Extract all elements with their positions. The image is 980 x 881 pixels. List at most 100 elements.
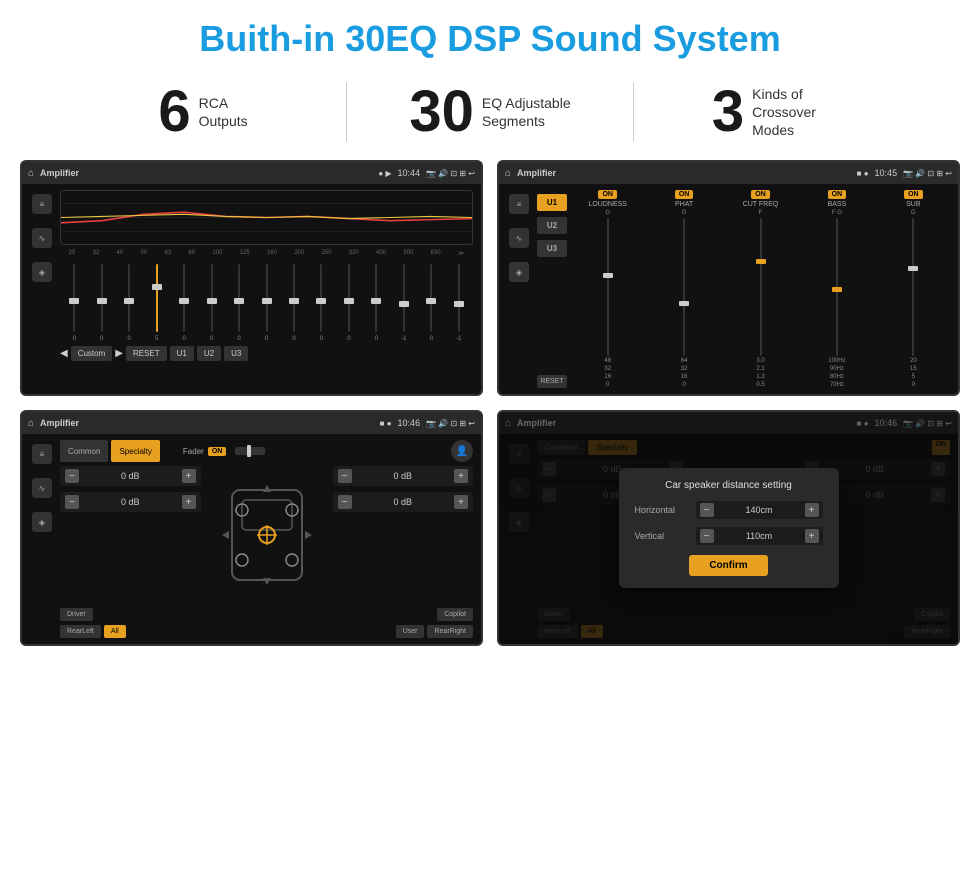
eq-u2-btn[interactable]: U2	[197, 346, 221, 361]
fader-all-btn[interactable]: All	[104, 625, 126, 638]
eq-slider-2[interactable]: 0	[89, 262, 113, 342]
topbar-icons-eq: 📷 🔊 ⊡ ⊞ ↩	[426, 169, 475, 178]
page-title: Buith-in 30EQ DSP Sound System	[0, 0, 980, 72]
fader-icon-3[interactable]: ◈	[32, 512, 52, 532]
cross-icon-2[interactable]: ∿	[509, 228, 529, 248]
db-minus-2[interactable]: −	[65, 495, 79, 509]
db-minus-1[interactable]: −	[65, 469, 79, 483]
eq-slider-8[interactable]: 0	[254, 262, 278, 342]
dialog-vertical-minus[interactable]: −	[700, 529, 714, 543]
fader-screen-container: ⌂ Amplifier ■ ● 10:46 📷 🔊 ⊡ ⊞ ↩ ≡ ∿ ◈ Co…	[20, 410, 483, 646]
fader-driver-btn[interactable]: Driver	[60, 608, 93, 621]
bass-toggle[interactable]: ON	[828, 190, 847, 199]
topbar-home-icon: ⌂	[28, 168, 34, 179]
topbar-icons-fader: 📷 🔊 ⊡ ⊞ ↩	[426, 419, 475, 428]
cross-channel-sub: ON SUB G 20 15 5 0	[877, 190, 950, 388]
topbar-dot-icon-3: ■ ●	[380, 419, 392, 428]
dialog-vertical-plus[interactable]: +	[805, 529, 819, 543]
cross-reset-btn[interactable]: RESET	[537, 375, 567, 388]
topbar-title-fader: Amplifier	[40, 418, 374, 428]
fader-icon-1[interactable]: ≡	[32, 444, 52, 464]
stats-row: 6 RCAOutputs 30 EQ AdjustableSegments 3 …	[0, 72, 980, 160]
eq-graph	[60, 190, 473, 245]
dialog-vertical-row: Vertical − 110cm +	[635, 527, 823, 545]
cross-u2-btn[interactable]: U2	[537, 217, 567, 234]
eq-slider-3[interactable]: 0	[117, 262, 141, 342]
eq-slider-4[interactable]: 5	[144, 262, 168, 342]
db-plus-4[interactable]: +	[454, 495, 468, 509]
eq-slider-5[interactable]: 0	[172, 262, 196, 342]
cross-presets: U1 U2 U3 RESET	[537, 190, 567, 388]
topbar-dot-icon: ● ▶	[378, 169, 391, 178]
fader-controls: − 0 dB + − 0 dB +	[60, 466, 473, 604]
eq-slider-7[interactable]: 0	[227, 262, 251, 342]
eq-screen-container: ⌂ Amplifier ● ▶ 10:44 📷 🔊 ⊡ ⊞ ↩ ≡ ∿ ◈	[20, 160, 483, 396]
db-plus-1[interactable]: +	[182, 469, 196, 483]
cross-channels: ON LOUDNESS G 48 32 16 0 ON	[571, 190, 950, 388]
dialog-horizontal-control: − 140cm +	[696, 501, 823, 519]
topbar-title-eq: Amplifier	[40, 168, 372, 178]
topbar-home-icon-2: ⌂	[505, 168, 511, 179]
sub-name: SUB	[906, 201, 920, 208]
fader-h-sliders	[235, 440, 265, 462]
fader-avatar-icon: 👤	[451, 440, 473, 462]
eq-u3-btn[interactable]: U3	[224, 346, 248, 361]
fader-rearleft-btn[interactable]: RearLeft	[60, 625, 101, 638]
distance-screen-container: ⌂ Amplifier ■ ● 10:46 📷 🔊 ⊡ ⊞ ↩ ≡ ∿ ◈ Co…	[497, 410, 960, 646]
fader-tab-common[interactable]: Common	[60, 440, 108, 462]
fader-tab-specialty[interactable]: Specialty	[111, 440, 159, 462]
fader-copilot-btn[interactable]: Copilot	[437, 608, 473, 621]
cross-channel-loudness: ON LOUDNESS G 48 32 16 0	[571, 190, 644, 388]
fader-left-controls: − 0 dB + − 0 dB +	[60, 466, 201, 604]
sub-toggle[interactable]: ON	[904, 190, 923, 199]
db-value-1: 0 dB	[83, 471, 178, 481]
cross-icon-3[interactable]: ◈	[509, 262, 529, 282]
cross-u3-btn[interactable]: U3	[537, 240, 567, 257]
fader-icon-2[interactable]: ∿	[32, 478, 52, 498]
eq-slider-9[interactable]: 0	[282, 262, 306, 342]
eq-slider-12[interactable]: 0	[364, 262, 388, 342]
cross-icon-1[interactable]: ≡	[509, 194, 529, 214]
topbar-time-cross: 10:45	[875, 168, 898, 178]
eq-slider-11[interactable]: 0	[337, 262, 361, 342]
phat-toggle[interactable]: ON	[675, 190, 694, 199]
eq-slider-13[interactable]: -1	[392, 262, 416, 342]
eq-prev-btn[interactable]: ◀	[60, 348, 68, 359]
fader-text: Fader	[183, 447, 204, 456]
dialog-vertical-label: Vertical	[635, 531, 690, 541]
db-plus-3[interactable]: +	[454, 469, 468, 483]
eq-play-btn[interactable]: ▶	[115, 348, 123, 359]
fader-screen: ≡ ∿ ◈ Common Specialty Fader ON	[22, 434, 481, 644]
cross-u1-btn[interactable]: U1	[537, 194, 567, 211]
db-value-3: 0 dB	[356, 471, 451, 481]
eq-slider-15[interactable]: -1	[447, 262, 471, 342]
eq-slider-14[interactable]: 0	[419, 262, 443, 342]
bass-name: BASS	[828, 201, 847, 208]
dialog-horizontal-minus[interactable]: −	[700, 503, 714, 517]
fader-tabs: Common Specialty Fader ON 👤	[60, 440, 473, 462]
cutfreq-toggle[interactable]: ON	[751, 190, 770, 199]
eq-slider-1[interactable]: 0	[62, 262, 86, 342]
eq-slider-10[interactable]: 0	[309, 262, 333, 342]
stat-eq: 30 EQ AdjustableSegments	[347, 83, 633, 141]
dialog-confirm-button[interactable]: Confirm	[689, 555, 767, 576]
eq-icon-3[interactable]: ◈	[32, 262, 52, 282]
eq-main: 2532405063 80100125160200 25032040050063…	[60, 190, 473, 388]
loudness-toggle[interactable]: ON	[598, 190, 617, 199]
eq-custom-btn[interactable]: Custom	[71, 346, 113, 361]
cross-channel-bass: ON BASS F G 100Hz 90Hz 80Hz 70Hz	[800, 190, 873, 388]
db-minus-4[interactable]: −	[338, 495, 352, 509]
db-minus-3[interactable]: −	[338, 469, 352, 483]
fader-rearright-btn[interactable]: RearRight	[427, 625, 473, 638]
eq-u1-btn[interactable]: U1	[170, 346, 194, 361]
eq-icon-1[interactable]: ≡	[32, 194, 52, 214]
dialog-horizontal-plus[interactable]: +	[805, 503, 819, 517]
eq-sidebar: ≡ ∿ ◈	[30, 190, 54, 388]
db-plus-2[interactable]: +	[182, 495, 196, 509]
eq-reset-btn[interactable]: RESET	[126, 346, 167, 361]
fader-user-btn[interactable]: User	[396, 625, 425, 638]
eq-icon-2[interactable]: ∿	[32, 228, 52, 248]
topbar-icons-cross: 📷 🔊 ⊡ ⊞ ↩	[903, 169, 952, 178]
eq-slider-6[interactable]: 0	[199, 262, 223, 342]
eq-sliders: 0 0 0 5 0 0 0 0 0 0 0 0 -1 0 -1	[60, 262, 473, 342]
